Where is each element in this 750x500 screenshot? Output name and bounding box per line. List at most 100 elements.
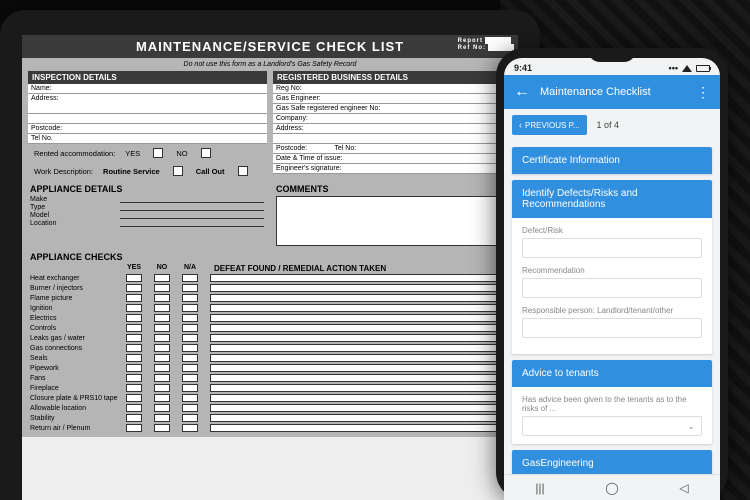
defeat-line[interactable]	[210, 384, 510, 392]
check-yes-box[interactable]	[126, 394, 142, 402]
defeat-line[interactable]	[210, 374, 510, 382]
check-no-box[interactable]	[154, 404, 170, 412]
business-regno: Reg No:	[273, 84, 512, 94]
check-no-box[interactable]	[154, 284, 170, 292]
check-no-box[interactable]	[154, 314, 170, 322]
defeat-line[interactable]	[210, 294, 510, 302]
defeat-line[interactable]	[210, 394, 510, 402]
check-yes-box[interactable]	[126, 354, 142, 362]
appliance-detail-row: Model	[30, 212, 264, 219]
menu-dots-icon[interactable]: ⋮	[696, 84, 710, 101]
recent-apps-button[interactable]: |||	[530, 481, 550, 495]
tablet-device: MAINTENANCE/SERVICE CHECK LIST Report Re…	[0, 10, 540, 500]
check-yes-box[interactable]	[126, 384, 142, 392]
routine-checkbox[interactable]	[173, 166, 183, 176]
check-na-box[interactable]	[182, 344, 198, 352]
check-yes-box[interactable]	[126, 334, 142, 342]
defeat-line[interactable]	[210, 304, 510, 312]
rented-yes-checkbox[interactable]	[153, 148, 163, 158]
check-na-box[interactable]	[182, 384, 198, 392]
check-label: Leaks gas / water	[30, 335, 120, 342]
defeat-line[interactable]	[210, 344, 510, 352]
checks-no-header: NO	[148, 264, 176, 273]
check-yes-box[interactable]	[126, 274, 142, 282]
responsible-input[interactable]	[522, 318, 702, 338]
appliance-detail-line	[120, 220, 264, 227]
check-no-box[interactable]	[154, 354, 170, 362]
check-na-box[interactable]	[182, 424, 198, 432]
check-no-box[interactable]	[154, 294, 170, 302]
defeat-line[interactable]	[210, 314, 510, 322]
home-button[interactable]: ◯	[602, 481, 622, 495]
check-no-box[interactable]	[154, 304, 170, 312]
callout-checkbox[interactable]	[238, 166, 248, 176]
defects-card: Identify Defects/Risks and Recommendatio…	[512, 180, 712, 354]
previous-page-button[interactable]: ‹ PREVIOUS P...	[512, 115, 587, 135]
check-yes-box[interactable]	[126, 284, 142, 292]
defeat-line[interactable]	[210, 364, 510, 372]
check-row: Closure plate & PRS10 tape	[30, 393, 510, 403]
check-label: Gas connections	[30, 345, 120, 352]
check-na-box[interactable]	[182, 404, 198, 412]
defeat-line[interactable]	[210, 414, 510, 422]
check-na-box[interactable]	[182, 334, 198, 342]
check-no-box[interactable]	[154, 364, 170, 372]
check-yes-box[interactable]	[126, 294, 142, 302]
defeat-line[interactable]	[210, 354, 510, 362]
form-title-bar: MAINTENANCE/SERVICE CHECK LIST Report Re…	[22, 35, 518, 58]
check-yes-box[interactable]	[126, 304, 142, 312]
defeat-line[interactable]	[210, 274, 510, 282]
defeat-line[interactable]	[210, 284, 510, 292]
check-no-box[interactable]	[154, 374, 170, 382]
defeat-line[interactable]	[210, 404, 510, 412]
check-na-box[interactable]	[182, 284, 198, 292]
phone-device: 9:41 ••• ← Maintenance Checklist ⋮ ‹ PRE…	[496, 48, 728, 500]
defeat-line[interactable]	[210, 324, 510, 332]
certificate-card[interactable]: Certificate Information	[512, 147, 712, 174]
callout-label: Call Out	[196, 167, 225, 176]
check-na-box[interactable]	[182, 394, 198, 402]
check-na-box[interactable]	[182, 324, 198, 332]
rented-no-checkbox[interactable]	[201, 148, 211, 158]
check-no-box[interactable]	[154, 384, 170, 392]
check-na-box[interactable]	[182, 354, 198, 362]
check-yes-box[interactable]	[126, 364, 142, 372]
check-label: Electrics	[30, 315, 120, 322]
chevron-down-icon: ⌄	[687, 421, 695, 432]
check-no-box[interactable]	[154, 334, 170, 342]
check-yes-box[interactable]	[126, 324, 142, 332]
check-yes-box[interactable]	[126, 344, 142, 352]
check-no-box[interactable]	[154, 344, 170, 352]
check-na-box[interactable]	[182, 414, 198, 422]
check-no-box[interactable]	[154, 394, 170, 402]
check-yes-box[interactable]	[126, 314, 142, 322]
check-yes-box[interactable]	[126, 374, 142, 382]
advice-select[interactable]: ⌄	[522, 416, 702, 436]
back-button[interactable]: ◁	[674, 481, 694, 495]
check-na-box[interactable]	[182, 364, 198, 372]
appliance-detail-label: Make	[30, 196, 120, 203]
report-box	[485, 37, 511, 44]
bottom-card[interactable]: GasEngineering	[512, 450, 712, 477]
check-na-box[interactable]	[182, 294, 198, 302]
check-yes-box[interactable]	[126, 414, 142, 422]
check-no-box[interactable]	[154, 414, 170, 422]
defeat-line[interactable]	[210, 334, 510, 342]
check-na-box[interactable]	[182, 304, 198, 312]
check-label: Allowable location	[30, 405, 120, 412]
defect-input[interactable]	[522, 238, 702, 258]
check-na-box[interactable]	[182, 374, 198, 382]
back-arrow-icon[interactable]: ←	[514, 83, 530, 101]
check-label: Fans	[30, 375, 120, 382]
recommendation-input[interactable]	[522, 278, 702, 298]
check-na-box[interactable]	[182, 274, 198, 282]
check-row: Allowable location	[30, 403, 510, 413]
check-na-box[interactable]	[182, 314, 198, 322]
check-yes-box[interactable]	[126, 424, 142, 432]
defeat-line[interactable]	[210, 424, 510, 432]
check-no-box[interactable]	[154, 274, 170, 282]
check-no-box[interactable]	[154, 424, 170, 432]
check-yes-box[interactable]	[126, 404, 142, 412]
check-no-box[interactable]	[154, 324, 170, 332]
comments-box[interactable]	[276, 196, 510, 246]
